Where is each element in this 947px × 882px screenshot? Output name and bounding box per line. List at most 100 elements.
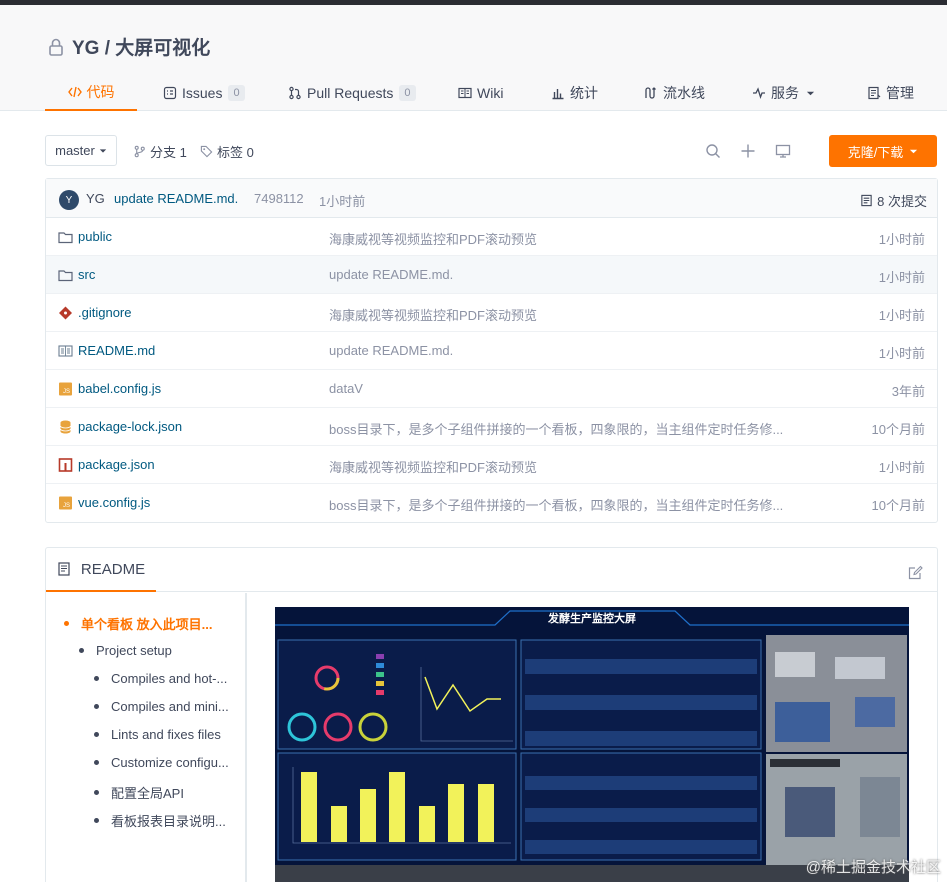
- file-commit-message[interactable]: boss目录下，是多个子组件拼接的一个看板，四象限的，当主组件定时任务修...: [329, 419, 783, 438]
- readme-header: README: [46, 548, 937, 592]
- git-icon: [59, 306, 72, 320]
- file-name[interactable]: babel.config.js: [78, 381, 161, 396]
- dashboard-preview-image: 发酵生产监控大屏: [275, 607, 909, 882]
- bullet: [94, 732, 99, 737]
- readme-panel: README 单个看板 放入此项目... Project setup Compi…: [45, 547, 938, 882]
- issues-icon: [163, 86, 177, 100]
- latest-commit-row: Y YG update README.md. 7498112 1小时前 8 次提…: [46, 179, 937, 218]
- avatar[interactable]: Y: [59, 190, 79, 210]
- toc-item[interactable]: Customize configu...: [94, 755, 229, 770]
- tab-pipeline-label: 流水线: [663, 85, 705, 101]
- tab-code-label: 代码: [86, 84, 115, 100]
- file-name[interactable]: src: [78, 267, 95, 282]
- commit-author[interactable]: YG: [86, 191, 105, 206]
- file-commit-message[interactable]: dataV: [329, 381, 363, 396]
- tags-link[interactable]: 标签 0: [200, 142, 254, 161]
- tab-code[interactable]: 代码: [45, 75, 137, 111]
- toc-item-label: Lints and fixes files: [111, 727, 221, 742]
- toc-item[interactable]: Lints and fixes files: [94, 727, 221, 742]
- file-commit-message[interactable]: 海康威视等视频监控和PDF滚动预览: [329, 305, 537, 324]
- branch-select[interactable]: master: [45, 135, 117, 166]
- tab-manage[interactable]: 管理: [867, 75, 914, 111]
- tab-manage-label: 管理: [886, 85, 914, 101]
- commit-count-link[interactable]: 8 次提交: [860, 191, 927, 210]
- commits-icon: [861, 194, 872, 207]
- file-name[interactable]: package.json: [78, 457, 155, 472]
- file-row[interactable]: package-lock.json boss目录下，是多个子组件拼接的一个看板，…: [46, 408, 937, 446]
- file-row[interactable]: JS vue.config.js boss目录下，是多个子组件拼接的一个看板，四…: [46, 484, 937, 522]
- file-name[interactable]: README.md: [78, 343, 155, 358]
- caret-down-icon: [806, 91, 815, 95]
- toc-item[interactable]: Compiles and mini...: [94, 699, 229, 714]
- toc-item-label: Compiles and hot-...: [111, 671, 228, 686]
- toc-item[interactable]: Project setup: [79, 643, 172, 658]
- js-icon: JS: [59, 496, 72, 510]
- clone-download-button[interactable]: 克隆/下载: [829, 135, 937, 167]
- file-commit-message[interactable]: 海康威视等视频监控和PDF滚动预览: [329, 229, 537, 248]
- readme-tab[interactable]: README: [46, 548, 156, 592]
- file-row[interactable]: src update README.md. 1小时前: [46, 256, 937, 294]
- commit-count-label: 8 次提交: [877, 194, 927, 209]
- file-row[interactable]: JS babel.config.js dataV 3年前: [46, 370, 937, 408]
- file-row[interactable]: package.json 海康威视等视频监控和PDF滚动预览 1小时前: [46, 446, 937, 484]
- file-time: 1小时前: [878, 346, 925, 361]
- pull-request-icon: [289, 86, 301, 100]
- tab-pull-requests[interactable]: Pull Requests 0: [288, 75, 416, 111]
- file-time: 10个月前: [871, 498, 925, 513]
- edit-icon[interactable]: [908, 565, 923, 580]
- tab-issues[interactable]: Issues 0: [163, 75, 245, 111]
- pull-requests-count-badge: 0: [399, 85, 416, 101]
- tab-wiki-label: Wiki: [477, 85, 504, 101]
- bullet: [94, 704, 99, 709]
- branches-link[interactable]: 分支 1: [133, 142, 187, 161]
- tab-pipeline[interactable]: 流水线: [644, 75, 705, 111]
- bullet: [64, 621, 69, 626]
- preview-title: 发酵生产监控大屏: [547, 611, 636, 625]
- toc-item[interactable]: 单个看板 放入此项目...: [64, 614, 212, 633]
- manage-icon: [868, 86, 881, 100]
- toc-item[interactable]: Compiles and hot-...: [94, 671, 227, 686]
- repo-title-text[interactable]: YG / 大屏可视化: [72, 33, 210, 60]
- file-commit-message[interactable]: update README.md.: [329, 267, 453, 282]
- file-name[interactable]: public: [78, 229, 112, 244]
- file-row[interactable]: .gitignore 海康威视等视频监控和PDF滚动预览 1小时前: [46, 294, 937, 332]
- plus-icon[interactable]: [740, 143, 756, 159]
- tab-issues-label: Issues: [182, 85, 223, 101]
- toc-item-label: 看板报表目录说明...: [111, 814, 226, 829]
- file-commit-message[interactable]: update README.md.: [329, 343, 453, 358]
- clone-download-label: 克隆/下载: [847, 144, 904, 160]
- file-name[interactable]: .gitignore: [78, 305, 131, 320]
- file-commit-message[interactable]: boss目录下，是多个子组件拼接的一个看板，四象限的，当主组件定时任务修...: [329, 495, 783, 514]
- pipeline-icon: [645, 87, 656, 99]
- file-table: Y YG update README.md. 7498112 1小时前 8 次提…: [45, 178, 938, 523]
- file-name[interactable]: package-lock.json: [78, 419, 182, 434]
- tab-wiki[interactable]: Wiki: [458, 75, 503, 111]
- tab-services-label: 服务: [771, 85, 799, 101]
- monitor-icon[interactable]: [775, 143, 791, 159]
- toc-item[interactable]: 看板报表目录说明...: [94, 811, 226, 830]
- readme-toc: 单个看板 放入此项目... Project setup Compiles and…: [46, 593, 247, 882]
- toc-item-label: 配置全局API: [111, 786, 184, 801]
- branch-select-value: master: [55, 143, 95, 158]
- repo-toolbar: master 分支 1 标签 0 克隆/下载: [45, 135, 937, 167]
- commit-hash[interactable]: 7498112: [254, 191, 304, 206]
- tab-services[interactable]: 服务: [752, 75, 815, 111]
- tab-stats[interactable]: 统计: [551, 75, 598, 111]
- search-icon[interactable]: [705, 143, 721, 159]
- code-icon: [67, 86, 82, 98]
- file-time: 10个月前: [871, 422, 925, 437]
- issues-count-badge: 0: [228, 85, 245, 101]
- bullet: [94, 760, 99, 765]
- tag-icon: [200, 145, 213, 158]
- file-row[interactable]: public 海康威视等视频监控和PDF滚动预览 1小时前: [46, 218, 937, 256]
- file-name[interactable]: vue.config.js: [78, 495, 150, 510]
- commit-message[interactable]: update README.md.: [114, 191, 238, 206]
- file-time: 1小时前: [878, 270, 925, 285]
- commit-time: 1小时前: [319, 194, 366, 209]
- bullet: [94, 818, 99, 823]
- chart-icon: [552, 89, 564, 100]
- file-row[interactable]: README.md update README.md. 1小时前: [46, 332, 937, 370]
- toc-item[interactable]: 配置全局API: [94, 783, 184, 802]
- folder-icon: [58, 270, 73, 282]
- file-commit-message[interactable]: 海康威视等视频监控和PDF滚动预览: [329, 457, 537, 476]
